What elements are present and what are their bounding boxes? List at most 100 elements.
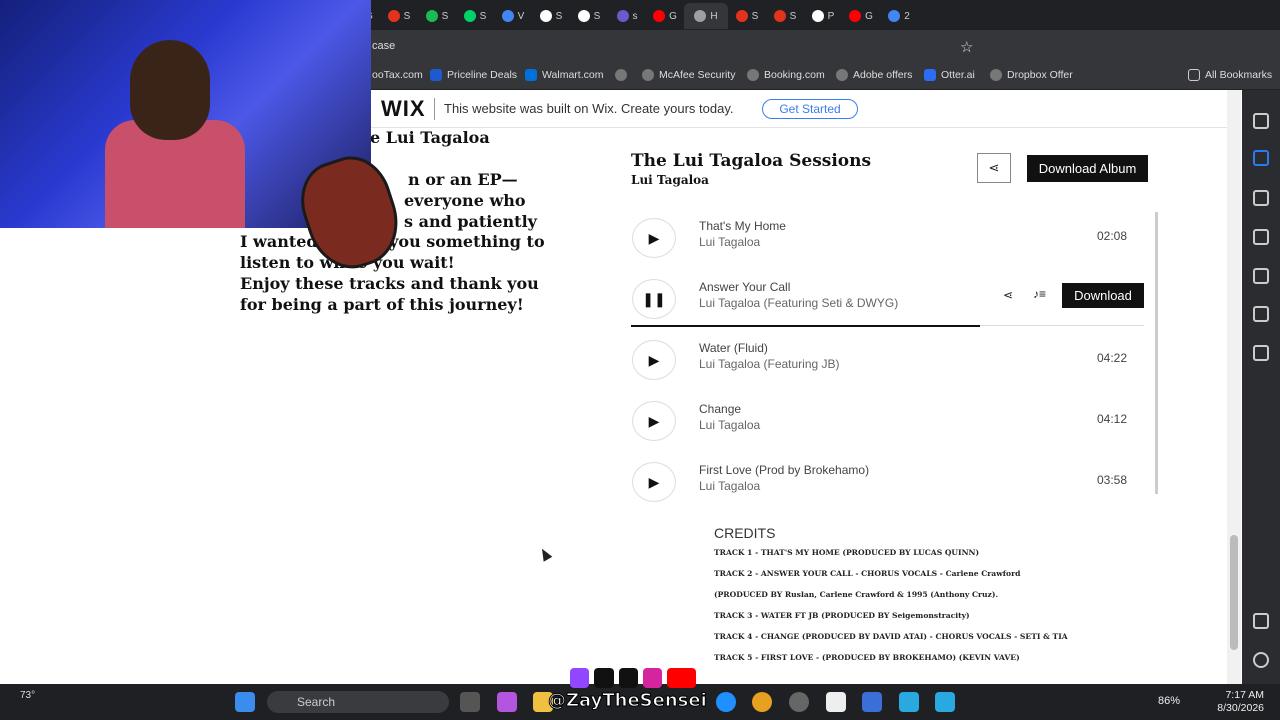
- app-icon[interactable]: [935, 692, 955, 712]
- wix-banner-text: This website was built on Wix. Create yo…: [444, 101, 734, 116]
- app-icon[interactable]: [789, 692, 809, 712]
- browser-tab[interactable]: S: [418, 3, 456, 29]
- download-album-button[interactable]: Download Album: [1027, 155, 1148, 182]
- office-icon[interactable]: [1253, 190, 1269, 206]
- browser-tab[interactable]: S: [380, 3, 418, 29]
- browser-tab[interactable]: S: [728, 3, 766, 29]
- bookmark-item[interactable]: Otter.ai: [924, 69, 975, 81]
- bookmark-item[interactable]: Priceline Deals: [430, 69, 517, 81]
- bookmark-item[interactable]: [615, 69, 627, 81]
- track-duration: 02:08: [1096, 229, 1127, 243]
- intro-line: listen to while you wait!: [240, 253, 455, 272]
- instagram-icon: [642, 668, 663, 688]
- browser-tab[interactable]: H: [684, 3, 728, 29]
- streamer-handle: @ZayTheSensei: [548, 690, 708, 712]
- play-icon: ▶: [648, 351, 660, 368]
- page-scroll-thumb[interactable]: [1230, 535, 1238, 650]
- bookmark-item[interactable]: Adobe offers: [836, 69, 912, 81]
- notes-icon[interactable]: [1253, 229, 1269, 245]
- weather-widget[interactable]: 73°: [20, 690, 35, 701]
- settings-icon[interactable]: [1253, 613, 1269, 629]
- track-row[interactable]: ❚❚ Answer Your Call Lui Tagaloa (Featuri…: [631, 271, 1145, 331]
- tab-label: S: [403, 10, 411, 22]
- bookmark-star-icon[interactable]: ☆: [960, 38, 973, 56]
- tab-label: S: [751, 10, 759, 22]
- browser-tab[interactable]: S: [766, 3, 804, 29]
- track-row[interactable]: ▶ Water (Fluid) Lui Tagaloa (Featuring J…: [631, 332, 1145, 392]
- progress-bar[interactable]: [631, 325, 980, 327]
- globe-icon: [642, 69, 654, 81]
- track-title: Answer Your Call: [699, 280, 791, 294]
- credit-line: TRACK 3 - WATER FT JB (PRODUCED BY Seige…: [714, 611, 970, 620]
- track-row[interactable]: ▶ First Love (Prod by Brokehamo) Lui Tag…: [631, 454, 1145, 514]
- track-row[interactable]: ▶ Change Lui Tagaloa 04:12: [631, 393, 1145, 453]
- share-icon[interactable]: ⋖: [1003, 288, 1013, 302]
- track-row[interactable]: ▶ That's My Home Lui Tagaloa 02:08: [631, 210, 1145, 270]
- tools-icon[interactable]: [1253, 345, 1269, 361]
- wix-logo[interactable]: WIX: [381, 96, 426, 122]
- play-button[interactable]: ▶: [632, 218, 676, 258]
- taskbar-search[interactable]: Search: [267, 691, 449, 713]
- task-view-icon[interactable]: [460, 692, 480, 712]
- globe-icon: [836, 69, 848, 81]
- browser-side-panel: [1242, 90, 1280, 685]
- app-icon[interactable]: [826, 692, 846, 712]
- mouse-cursor: [537, 546, 553, 562]
- bookmark-item[interactable]: Booking.com: [747, 69, 825, 81]
- app-icon[interactable]: [862, 692, 882, 712]
- tab-favicon-icon: [539, 10, 552, 22]
- clock[interactable]: 7:17 AM 8/30/2026: [1216, 689, 1264, 715]
- tag-icon[interactable]: [1253, 268, 1269, 284]
- help-icon[interactable]: [1253, 652, 1269, 668]
- copilot-icon[interactable]: [497, 692, 517, 712]
- download-track-button[interactable]: Download: [1062, 283, 1144, 308]
- pause-button[interactable]: ❚❚: [632, 279, 676, 319]
- track-title: First Love (Prod by Brokehamo): [699, 463, 870, 477]
- tab-label: P: [827, 10, 835, 22]
- browser-tab[interactable]: V: [494, 3, 532, 29]
- tracklist-scrollbar[interactable]: [1155, 212, 1158, 494]
- app-icon[interactable]: [899, 692, 919, 712]
- browser-tab[interactable]: 2: [880, 3, 918, 29]
- browser-tab[interactable]: S: [570, 3, 608, 29]
- search-icon[interactable]: [1253, 113, 1269, 129]
- controller-icon[interactable]: [1253, 306, 1269, 322]
- browser-tab[interactable]: S: [532, 3, 570, 29]
- browser-tab[interactable]: G: [842, 3, 880, 29]
- chrome-icon[interactable]: [752, 692, 772, 712]
- play-button[interactable]: ▶: [632, 462, 676, 502]
- album-title: The Lui Tagaloa Sessions: [631, 151, 872, 171]
- browser-tab[interactable]: G: [646, 3, 684, 29]
- browser-tab[interactable]: S: [456, 3, 494, 29]
- bookmark-item[interactable]: McAfee Security: [642, 69, 735, 81]
- social-icons: [570, 668, 696, 690]
- browser-tab[interactable]: P: [804, 3, 842, 29]
- youtube-icon: [667, 668, 696, 688]
- credit-line: TRACK 4 - CHANGE (PRODUCED BY DAVID ATAI…: [714, 632, 1068, 641]
- track-artist: Lui Tagaloa: [699, 235, 761, 249]
- windows-start-icon[interactable]: [235, 692, 255, 712]
- bookmark-item[interactable]: Walmart.com: [525, 69, 603, 81]
- track-title: Water (Fluid): [699, 341, 768, 355]
- tab-label: G: [669, 10, 677, 22]
- track-duration: 04:22: [1096, 351, 1127, 365]
- lyrics-icon[interactable]: ♪≡: [1033, 287, 1046, 301]
- tab-label: G: [865, 10, 873, 22]
- play-button[interactable]: ▶: [632, 401, 676, 441]
- game-icon[interactable]: [1253, 150, 1269, 166]
- get-started-button[interactable]: Get Started: [762, 99, 858, 119]
- track-artist: Lui Tagaloa (Featuring JB): [699, 357, 840, 371]
- all-bookmarks[interactable]: All Bookmarks: [1188, 69, 1272, 81]
- browser-tab[interactable]: s: [608, 3, 646, 29]
- battery-percent[interactable]: 86%: [1158, 695, 1180, 707]
- url-text[interactable]: case: [372, 40, 395, 52]
- tab-label: S: [789, 10, 797, 22]
- walmart-icon: [525, 69, 537, 81]
- play-button[interactable]: ▶: [632, 340, 676, 380]
- intro-line: everyone who: [404, 191, 526, 210]
- bookmark-item[interactable]: Dropbox Offer: [990, 69, 1073, 81]
- share-button[interactable]: ⋖: [977, 153, 1011, 183]
- edge-icon[interactable]: [716, 692, 736, 712]
- track-title: That's My Home: [699, 219, 786, 233]
- bookmark-item[interactable]: ooTax.com: [372, 69, 423, 81]
